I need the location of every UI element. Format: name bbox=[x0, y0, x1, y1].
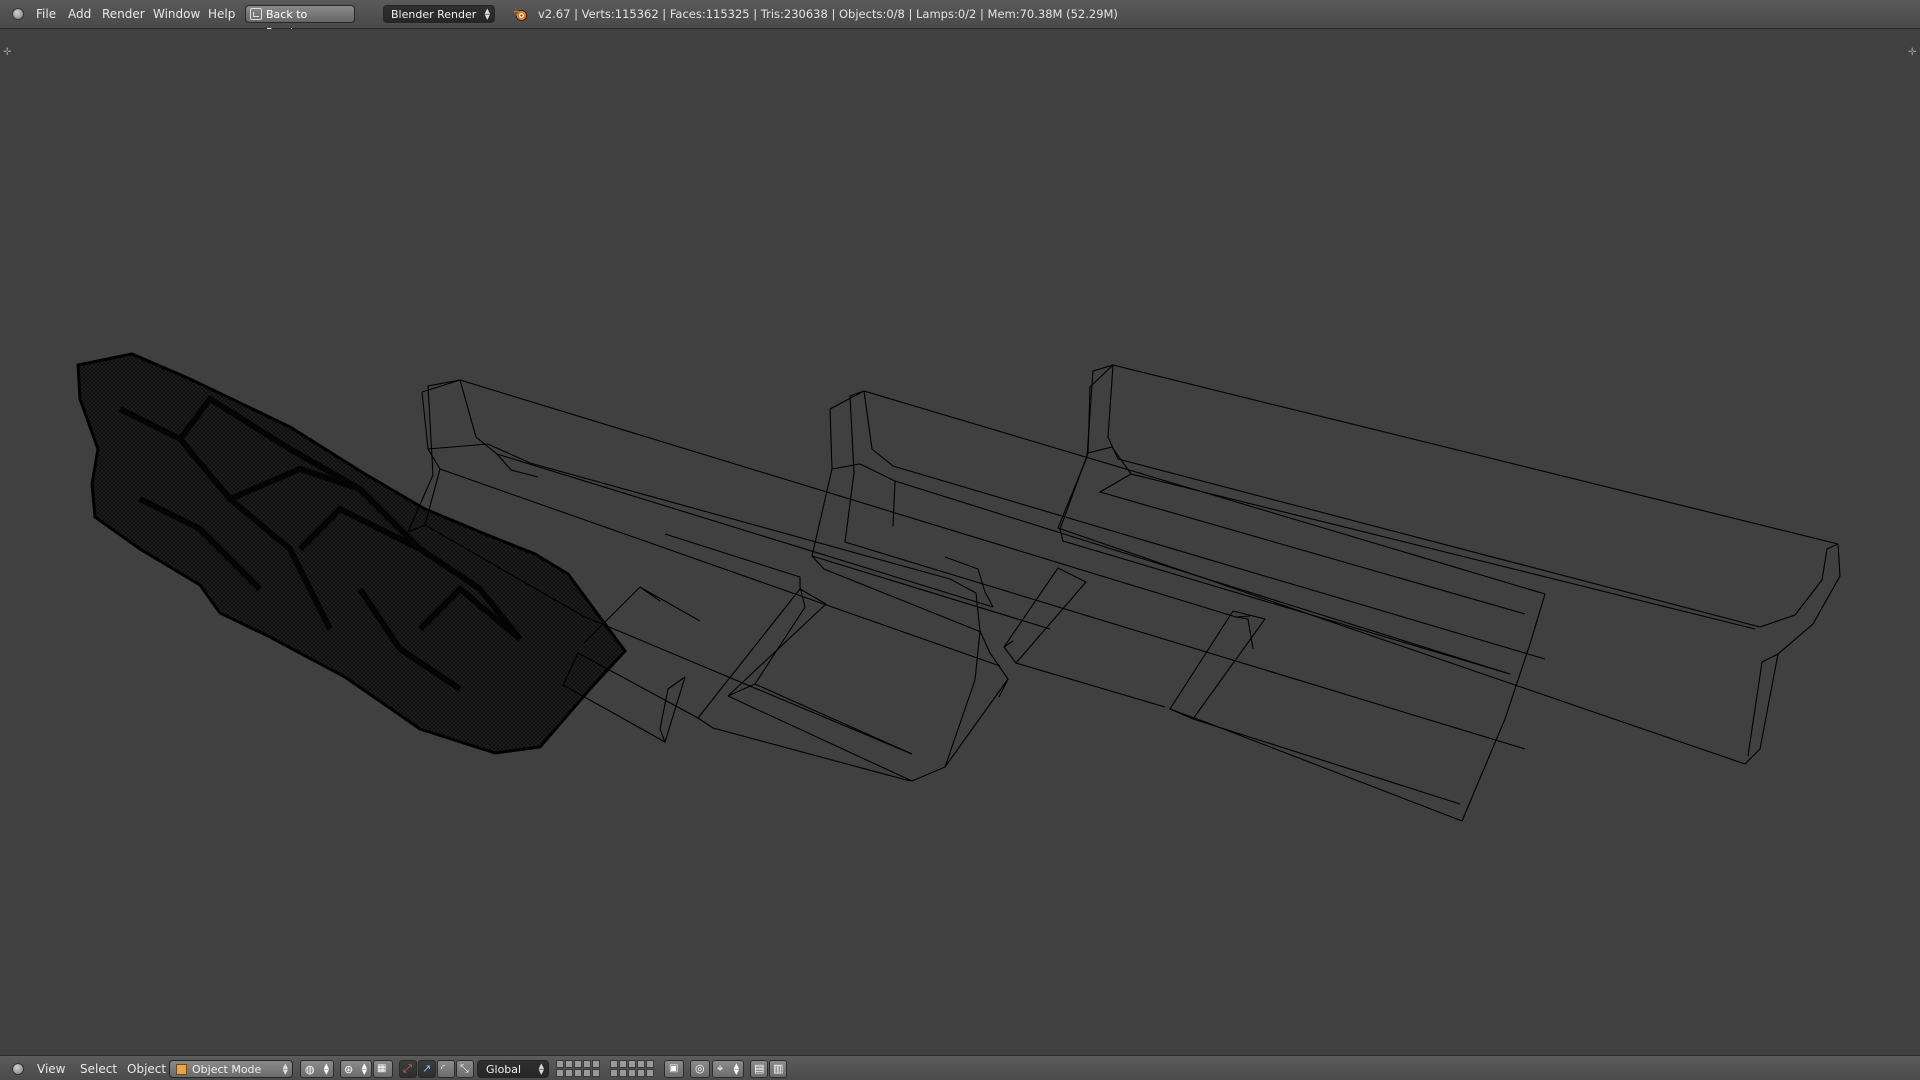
object-mode-cube-icon bbox=[176, 1064, 187, 1075]
editor-type-icon[interactable] bbox=[12, 8, 24, 20]
menu-help[interactable]: Help bbox=[208, 6, 235, 22]
render-engine-label: Blender Render bbox=[391, 8, 477, 21]
dense-mesh-object[interactable] bbox=[76, 352, 627, 755]
menu-window[interactable]: Window bbox=[153, 6, 200, 22]
opengl-render-icon: ▤ bbox=[754, 1062, 765, 1075]
pivot-icon: ⊛ bbox=[344, 1063, 354, 1076]
menu-render[interactable]: Render bbox=[102, 6, 145, 22]
snap-icon: ⌖ bbox=[717, 1062, 724, 1075]
updown-arrows-icon: ▲ ▼ bbox=[323, 1062, 329, 1076]
proportional-edit-toggle[interactable]: ◎ bbox=[690, 1060, 710, 1078]
viewport-shading-select[interactable]: ◍ ▲ ▼ bbox=[300, 1060, 334, 1078]
manipulator-icon: ⤢ bbox=[403, 1062, 412, 1075]
scale-manipulator-toggle[interactable]: ⤡ bbox=[456, 1060, 474, 1078]
pivot-point-select[interactable]: ⊛ ▲ ▼ bbox=[340, 1060, 372, 1078]
viewport-shading-icon: ◍ bbox=[305, 1063, 315, 1076]
barrier-wireframe-2[interactable] bbox=[811, 390, 1546, 822]
render-engine-select[interactable]: Blender Render ▲ ▼ bbox=[383, 5, 495, 23]
back-icon bbox=[250, 8, 262, 20]
scale-icon: ⤡ bbox=[460, 1062, 469, 1075]
transform-orientation-label: Global bbox=[486, 1063, 522, 1076]
editor-type-icon[interactable] bbox=[12, 1063, 24, 1075]
translate-manipulator-toggle[interactable]: ↗ bbox=[418, 1060, 436, 1078]
menu-add[interactable]: Add bbox=[68, 6, 91, 22]
blender-logo-icon bbox=[513, 9, 528, 22]
scene-stats: v2.67 | Verts:115362 | Faces:115325 | Tr… bbox=[538, 7, 1118, 21]
layer-grid[interactable] bbox=[610, 1060, 654, 1077]
updown-arrows-icon: ▲ ▼ bbox=[733, 1062, 739, 1076]
updown-arrows-icon: ▲ ▼ bbox=[484, 7, 490, 21]
menu-file[interactable]: File bbox=[36, 6, 56, 22]
rotate-icon: ◜ bbox=[441, 1062, 446, 1075]
occlude-geometry-toggle[interactable]: ▦ bbox=[373, 1060, 393, 1078]
back-to-previous-button[interactable]: Back to Previous bbox=[245, 5, 355, 39]
barrier-wireframe-3[interactable] bbox=[1057, 364, 1841, 765]
occlude-icon: ▦ bbox=[377, 1063, 387, 1074]
info-header: File Add Render Window Help Back to Prev… bbox=[0, 0, 1920, 39]
lock-camera-toggle[interactable]: ▣ bbox=[664, 1060, 684, 1078]
layer-grid[interactable] bbox=[556, 1060, 600, 1077]
updown-arrows-icon: ▲ ▼ bbox=[538, 1062, 544, 1076]
menu-select[interactable]: Select bbox=[80, 1061, 117, 1077]
interaction-mode-label: Object Mode bbox=[192, 1063, 262, 1076]
translate-icon: ↗ bbox=[422, 1062, 432, 1075]
3d-view-header: View Select Object Object Mode ▲ ▼ ◍ ▲ ▼ ⊛… bbox=[0, 1055, 1920, 1080]
menu-view[interactable]: View bbox=[37, 1061, 65, 1077]
menu-object[interactable]: Object bbox=[127, 1061, 166, 1077]
wireframe-scene bbox=[76, 352, 1841, 822]
opengl-render-image-button[interactable]: ▤ bbox=[750, 1060, 768, 1078]
rotate-manipulator-toggle[interactable]: ◜ bbox=[437, 1060, 455, 1078]
updown-arrows-icon: ▲ ▼ bbox=[282, 1062, 288, 1076]
snap-element-select[interactable]: ⌖ ▲ ▼ bbox=[712, 1060, 744, 1078]
transform-orientation-select[interactable]: Global ▲ ▼ bbox=[477, 1060, 549, 1078]
3d-viewport[interactable]: ✛ ✛ bbox=[0, 29, 1920, 1055]
opengl-render-animation-icon: ▥ bbox=[773, 1062, 784, 1075]
lock-icon: ▣ bbox=[669, 1063, 679, 1074]
updown-arrows-icon: ▲ ▼ bbox=[361, 1062, 367, 1076]
interaction-mode-select[interactable]: Object Mode ▲ ▼ bbox=[169, 1060, 293, 1078]
opengl-render-animation-button[interactable]: ▥ bbox=[769, 1060, 787, 1078]
proportional-edit-icon: ◎ bbox=[695, 1062, 705, 1075]
manipulator-toggle[interactable]: ⤢ bbox=[399, 1060, 417, 1078]
